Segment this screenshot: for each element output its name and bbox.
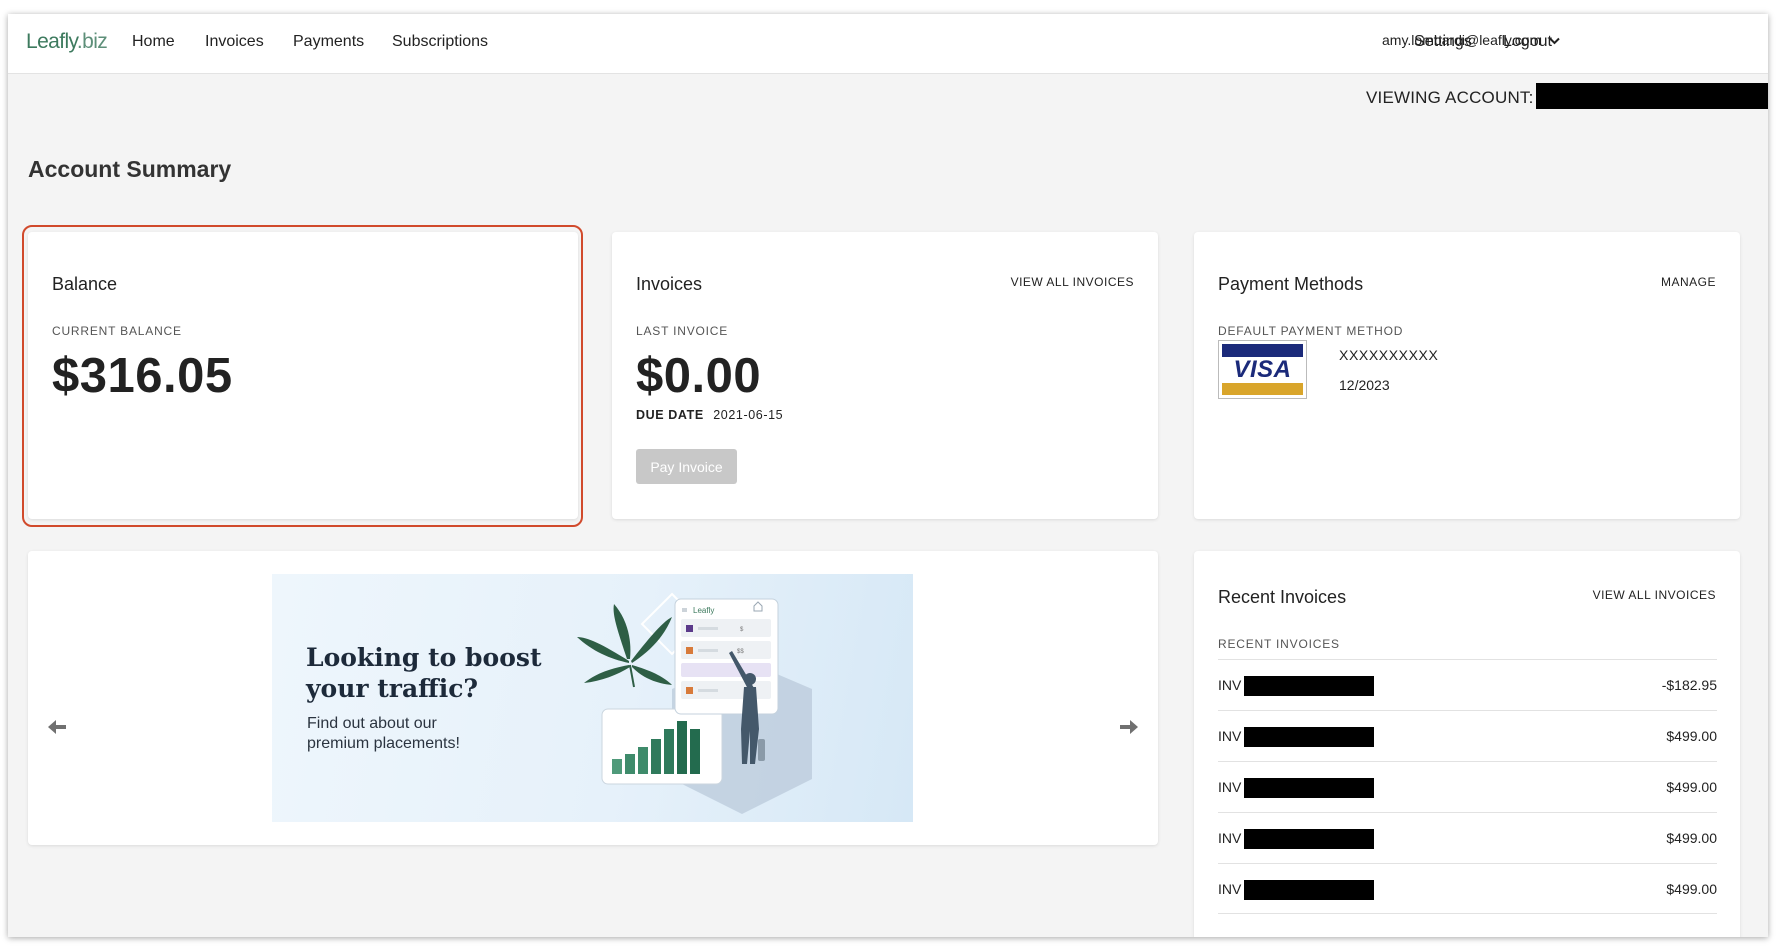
- nav-home[interactable]: Home: [132, 33, 175, 51]
- recent-view-all-invoices-link[interactable]: VIEW ALL INVOICES: [1593, 588, 1716, 602]
- view-all-invoices-link[interactable]: VIEW ALL INVOICES: [1011, 275, 1134, 289]
- invoice-number-prefix: INV: [1218, 677, 1242, 693]
- invoice-amount: -$182.95: [1661, 677, 1717, 693]
- payment-methods-title: Payment Methods: [1218, 274, 1364, 294]
- nav-payments[interactable]: Payments: [293, 33, 364, 51]
- invoices-card-title: Invoices: [636, 274, 703, 294]
- redacted-invoice-number: [1244, 880, 1374, 900]
- manage-payment-methods-link[interactable]: MANAGE: [1661, 275, 1716, 289]
- invoice-number-prefix: INV: [1218, 881, 1242, 897]
- default-payment-method-label: DEFAULT PAYMENT METHOD: [1218, 324, 1404, 338]
- card-number: XXXXXXXXXX: [1339, 347, 1439, 363]
- cannabis-leaf-icon: [577, 604, 672, 688]
- invoice-amount: $499.00: [1666, 779, 1717, 795]
- leafly-biz-logo[interactable]: Leafly.biz: [26, 30, 108, 54]
- table-row[interactable]: INV $499.00: [1218, 761, 1717, 812]
- table-row[interactable]: INV $499.00: [1218, 812, 1717, 863]
- table-row[interactable]: INV $499.00: [1218, 863, 1717, 914]
- last-invoice-amount: $0.00: [636, 349, 762, 403]
- payment-methods-card: Payment Methods MANAGE DEFAULT PAYMENT M…: [1194, 232, 1740, 519]
- table-row[interactable]: INV -$182.95: [1218, 659, 1717, 710]
- redacted-invoice-number: [1244, 829, 1374, 849]
- pay-invoice-button[interactable]: Pay Invoice: [636, 449, 737, 484]
- invoice-number-prefix: INV: [1218, 728, 1242, 744]
- settings-link[interactable]: Settings: [1414, 33, 1472, 51]
- due-date-value: 2021-06-15: [713, 408, 784, 422]
- page-title: Account Summary: [28, 156, 232, 182]
- top-nav-bar: Leafly.biz Home Invoices Payments Subscr…: [8, 14, 1768, 74]
- table-row[interactable]: INV $499.00: [1218, 710, 1717, 761]
- mockup-brand-text: Leafly: [693, 606, 714, 615]
- current-balance-label: CURRENT BALANCE: [52, 324, 182, 338]
- card-expiry: 12/2023: [1339, 377, 1390, 393]
- invoice-amount: $499.00: [1666, 728, 1717, 744]
- invoice-amount: $499.00: [1666, 881, 1717, 897]
- current-balance-amount: $316.05: [52, 349, 233, 403]
- promo-headline: Looking to boost your traffic?: [306, 642, 566, 704]
- nav-invoices[interactable]: Invoices: [205, 33, 264, 51]
- logout-link[interactable]: Logout: [1503, 33, 1552, 51]
- promo-illustration: Leafly $ $$: [577, 592, 812, 814]
- due-date-label: DUE DATE: [636, 408, 704, 422]
- visa-stripe-bottom: [1222, 383, 1303, 395]
- mockup-price-2: $$: [737, 649, 744, 655]
- promo-subtext: Find out about our premium placements!: [307, 714, 497, 754]
- recent-invoices-label: RECENT INVOICES: [1218, 637, 1340, 651]
- logo-suffix: .biz: [76, 30, 108, 53]
- redacted-invoice-number: [1244, 727, 1374, 747]
- promo-headline-line-2: your traffic?: [306, 674, 479, 703]
- bar-chart-icon: [601, 708, 723, 785]
- promo-subtext-line-2: premium placements!: [307, 735, 460, 752]
- recent-invoices-title: Recent Invoices: [1218, 587, 1347, 607]
- arrow-right-icon[interactable]: [1116, 715, 1140, 739]
- app-mockup: Leafly $ $$: [674, 598, 779, 715]
- due-date-row: DUE DATE 2021-06-15: [636, 408, 783, 422]
- promo-banner[interactable]: Looking to boost your traffic? Find out …: [272, 574, 913, 822]
- invoice-amount: $499.00: [1666, 830, 1717, 846]
- last-invoice-label: LAST INVOICE: [636, 324, 729, 338]
- redacted-account-name: [1536, 83, 1768, 109]
- invoice-number-prefix: INV: [1218, 779, 1242, 795]
- arrow-left-icon[interactable]: [46, 715, 70, 739]
- viewing-account-label: VIEWING ACCOUNT:: [1366, 88, 1534, 107]
- invoice-number-prefix: INV: [1218, 830, 1242, 846]
- redacted-invoice-number: [1244, 778, 1374, 798]
- recent-invoices-card: Recent Invoices VIEW ALL INVOICES RECENT…: [1194, 551, 1740, 937]
- visa-card-icon: VISA: [1218, 340, 1307, 399]
- logo-text: Leafly: [26, 30, 77, 53]
- invoices-card: Invoices VIEW ALL INVOICES LAST INVOICE …: [612, 232, 1158, 519]
- promo-subtext-line-1: Find out about our: [307, 715, 437, 732]
- balance-card: Balance CURRENT BALANCE $316.05: [28, 232, 578, 519]
- nav-subscriptions[interactable]: Subscriptions: [392, 33, 488, 51]
- browser-window: Leafly.biz Home Invoices Payments Subscr…: [8, 14, 1768, 937]
- visa-card-brand: VISA: [1233, 356, 1292, 383]
- promo-headline-line-1: Looking to boost: [306, 643, 542, 672]
- redacted-invoice-number: [1244, 676, 1374, 696]
- balance-card-title: Balance: [52, 274, 118, 294]
